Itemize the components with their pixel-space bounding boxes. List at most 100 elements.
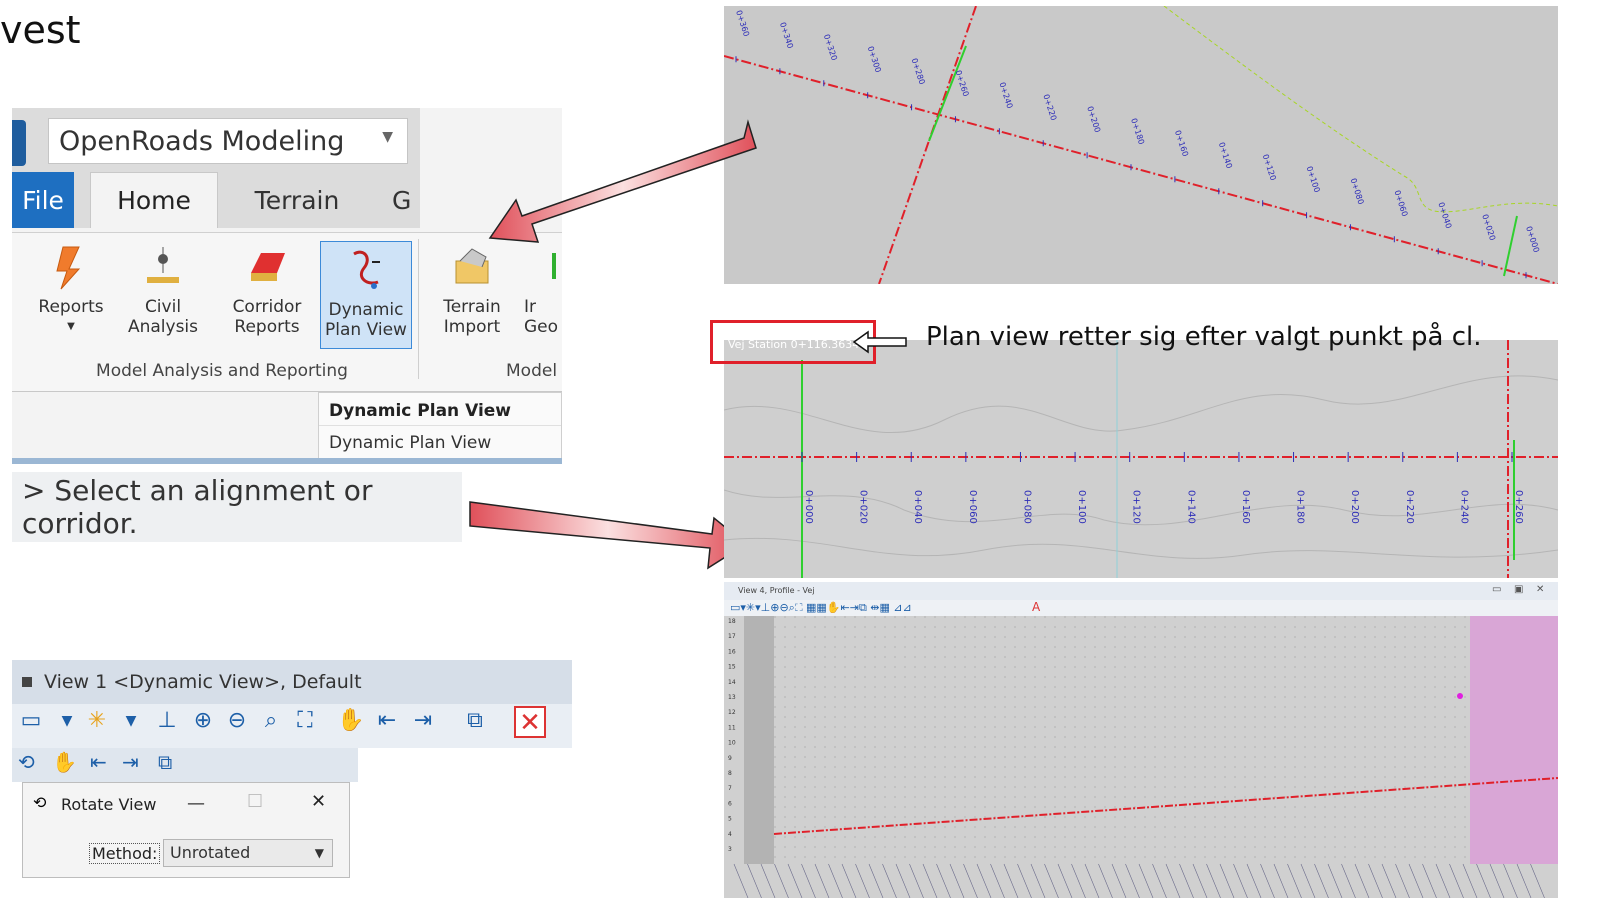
fit-view-icon[interactable]: ⛶ bbox=[290, 706, 320, 736]
y-tick-label: 9 bbox=[728, 755, 732, 762]
reports-icon bbox=[51, 243, 91, 291]
alignment-cross bbox=[878, 6, 977, 284]
update-view-icon[interactable]: ⊥ bbox=[152, 706, 182, 736]
profile-toolbar: ▭▾✳▾⊥⊕⊖⌕⛶ ▦▦✋⇤⇥⧉ ⇹▦ ⊿⊿ A bbox=[724, 600, 1558, 616]
x-tick-mark bbox=[855, 863, 870, 898]
previous-view-icon[interactable]: ⇤ bbox=[372, 706, 402, 736]
arrow-to-plan-view bbox=[469, 501, 748, 570]
x-tick-mark bbox=[1165, 863, 1181, 898]
zoom-out-icon[interactable]: ⊖ bbox=[222, 706, 252, 736]
station-label: 0+120 bbox=[1261, 153, 1278, 182]
y-tick-label: 12 bbox=[728, 709, 736, 716]
rotate-view-icon[interactable]: ⟲ bbox=[18, 750, 35, 774]
minimize-icon[interactable]: ▭ bbox=[1492, 584, 1501, 595]
station-label: 0+260 bbox=[1513, 490, 1524, 524]
x-tick-mark bbox=[1503, 863, 1518, 898]
group-separator bbox=[418, 239, 419, 379]
station-label: 0+040 bbox=[1436, 201, 1453, 230]
x-tick-mark bbox=[1192, 863, 1208, 898]
chevron-down-icon[interactable]: ▼ bbox=[116, 706, 146, 736]
view-attributes-icon[interactable]: ▭▾✳▾⊥⊕⊖⌕⛶ ▦▦✋⇤⇥⧉ ⇹▦ ⊿⊿ bbox=[730, 601, 912, 615]
geometry-partial-label: Ir Geo bbox=[524, 297, 559, 337]
caption-text: Plan view retter sig efter valgt punkt p… bbox=[926, 322, 1482, 352]
zoom-in-icon[interactable]: ⊕ bbox=[188, 706, 218, 736]
station-readout: Vej Station 0+116.3634 bbox=[728, 338, 860, 351]
close-icon[interactable]: ✕ bbox=[514, 706, 546, 738]
plan-view-dynamic[interactable]: 0+000 0+020 0+040 0+060 0+080 0+100 0+120 0+140… bbox=[724, 340, 1558, 578]
y-tick-label: 4 bbox=[728, 831, 732, 838]
x-tick-mark bbox=[1233, 863, 1248, 898]
y-axis-ticks: 18 17 16 15 14 13 12 11 10 9 8 7 6 5 4 3 bbox=[728, 618, 736, 853]
display-style-icon[interactable]: ✳ bbox=[82, 706, 112, 736]
station-label: 0+300 bbox=[866, 45, 883, 74]
x-tick-mark bbox=[841, 863, 857, 898]
x-tick-mark bbox=[1314, 863, 1329, 898]
method-select[interactable]: Unrotated ▼ bbox=[163, 839, 333, 867]
reports-button[interactable]: Reports ▼ bbox=[36, 243, 106, 337]
chevron-down-icon[interactable]: ▼ bbox=[52, 706, 82, 736]
rotate-view-icon: ⟲ bbox=[33, 793, 47, 812]
dynamic-plan-view-button[interactable]: Dynamic Plan View bbox=[320, 241, 412, 349]
alignment-main bbox=[724, 55, 1558, 284]
view-window-title: View 1 <Dynamic View>, Default bbox=[12, 660, 572, 704]
view-attributes-icon[interactable]: ▭ bbox=[16, 706, 46, 736]
x-tick-mark bbox=[1476, 863, 1491, 898]
window-area-icon[interactable]: ⌕ bbox=[256, 706, 286, 736]
copy-view-icon[interactable]: ⧉ bbox=[158, 750, 172, 774]
station-label: 0+060 bbox=[1392, 189, 1409, 218]
tab-partial[interactable]: G bbox=[392, 172, 420, 228]
station-label: 0+120 bbox=[1131, 490, 1142, 524]
ribbon-bottom-edge bbox=[12, 458, 562, 464]
station-label: 0+180 bbox=[1129, 117, 1146, 146]
profile-canvas: 18 17 16 15 14 13 12 11 10 9 8 7 6 5 4 3 bbox=[728, 616, 1558, 898]
divider bbox=[319, 425, 561, 426]
station-label: 0+220 bbox=[1041, 93, 1058, 122]
plan-view-top[interactable]: 0+360 0+340 0+320 0+300 0+280 0+260 0+240 0+220… bbox=[724, 6, 1558, 284]
x-tick-mark bbox=[814, 863, 830, 898]
corridor-reports-label: Corridor Reports bbox=[232, 297, 302, 337]
previous-view-icon[interactable]: ⇤ bbox=[90, 750, 107, 774]
rotate-view-dialog: ⟲ Rotate View — ☐ ✕ Method: Unrotated ▼ bbox=[22, 782, 350, 878]
command-prompt: > Select an alignment or corridor. bbox=[12, 472, 462, 542]
close-icon[interactable]: ✕ bbox=[1536, 584, 1544, 595]
y-tick-label: 11 bbox=[728, 724, 736, 731]
copy-view-icon[interactable]: ⧉ bbox=[460, 706, 490, 736]
method-select-value: Unrotated bbox=[170, 843, 251, 862]
tab-home[interactable]: Home bbox=[90, 172, 218, 228]
civil-analysis-label: Civil Analysis bbox=[127, 297, 199, 337]
close-icon[interactable]: ✕ bbox=[311, 791, 326, 812]
station-label: 0+180 bbox=[1295, 490, 1306, 524]
dialog-title: Rotate View bbox=[61, 795, 157, 814]
profile-title-bar: View 4, Profile - Vej ▭ ▣ ✕ bbox=[724, 582, 1558, 600]
tab-terrain[interactable]: Terrain bbox=[222, 172, 372, 228]
reports-label: Reports bbox=[38, 297, 104, 317]
x-tick-mark bbox=[895, 863, 911, 898]
y-tick-label: 8 bbox=[728, 770, 732, 777]
tab-file[interactable]: File bbox=[12, 172, 74, 228]
x-tick-mark bbox=[1071, 863, 1086, 898]
crossline-marker bbox=[928, 45, 967, 142]
x-tick-mark bbox=[1138, 863, 1154, 898]
minimize-icon[interactable]: — bbox=[187, 793, 205, 814]
x-tick-mark bbox=[1260, 863, 1275, 898]
y-tick-label: 6 bbox=[728, 800, 732, 807]
annotation-icon[interactable]: A bbox=[1032, 600, 1040, 614]
pan-hand-icon[interactable]: ✋ bbox=[336, 706, 366, 736]
arrow-shape bbox=[469, 501, 748, 570]
next-view-icon[interactable]: ⇥ bbox=[122, 750, 139, 774]
x-tick-mark bbox=[1489, 863, 1505, 898]
maximize-icon[interactable]: ▣ bbox=[1514, 584, 1523, 595]
contour-line bbox=[724, 375, 1558, 434]
pan-hand-icon[interactable]: ✋ bbox=[52, 750, 77, 774]
x-tick-mark bbox=[1125, 863, 1140, 898]
corridor-reports-button[interactable]: Corridor Reports bbox=[222, 243, 312, 337]
maximize-icon[interactable]: ☐ bbox=[247, 791, 263, 812]
workflow-selector[interactable]: OpenRoads Modeling ▼ bbox=[48, 118, 408, 164]
y-tick-label: 13 bbox=[728, 694, 736, 701]
next-view-icon[interactable]: ⇥ bbox=[408, 706, 438, 736]
contour-line bbox=[724, 537, 1558, 559]
civil-analysis-button[interactable]: Civil Analysis bbox=[118, 243, 208, 337]
y-tick-label: 5 bbox=[728, 816, 732, 823]
profile-shaded-region bbox=[744, 616, 774, 864]
station-label: 0+020 bbox=[858, 490, 869, 524]
